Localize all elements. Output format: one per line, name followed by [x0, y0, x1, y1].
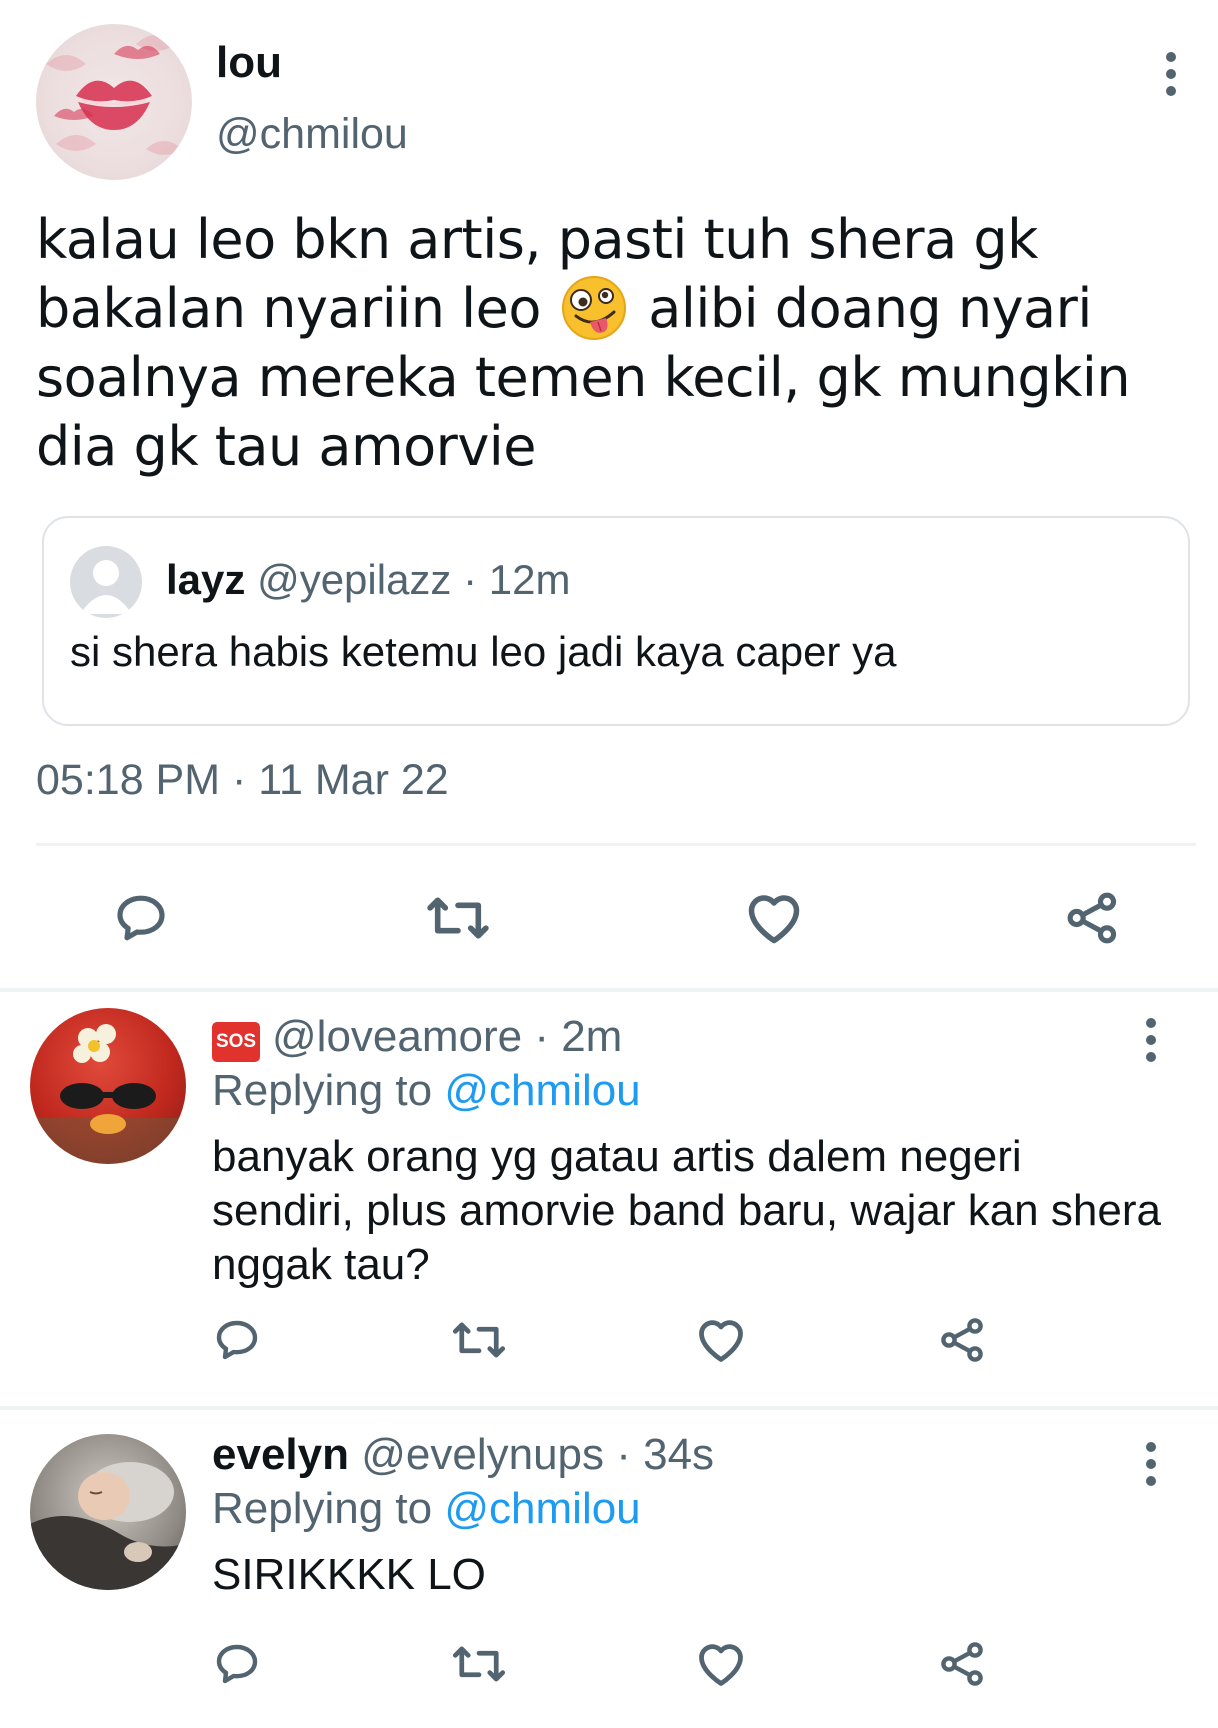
reply-tweet[interactable]: evelyn @evelynups · 34s Replying to @chm… — [0, 1410, 1218, 1728]
lipstick-kiss-image — [46, 35, 182, 155]
replying-to-label: Replying to — [212, 1484, 433, 1533]
replying-to-handle[interactable]: @chmilou — [444, 1484, 640, 1533]
red-toy-figure-image — [30, 1024, 186, 1164]
stats-divider — [36, 843, 1196, 846]
replying-to-label: Replying to — [212, 1066, 433, 1115]
replying-to: Replying to @chmilou — [212, 1066, 641, 1116]
quoted-author-avatar[interactable] — [70, 546, 142, 618]
reply-header: SOS @loveamore · 2m — [212, 1012, 622, 1062]
like-icon[interactable] — [739, 888, 809, 948]
more-options-icon[interactable] — [1165, 52, 1177, 96]
reply-header: evelyn @evelynups · 34s — [212, 1430, 714, 1480]
reply-tweet[interactable]: SOS @loveamore · 2m Replying to @chmilou … — [0, 992, 1218, 1406]
replying-to: Replying to @chmilou — [212, 1484, 641, 1534]
like-icon[interactable] — [692, 1638, 750, 1690]
retweet-icon[interactable] — [423, 888, 493, 948]
retweet-icon[interactable] — [450, 1638, 508, 1690]
reply-author-meta: @evelynups · 34s — [361, 1430, 715, 1479]
share-icon[interactable] — [934, 1314, 992, 1366]
quoted-author-meta: @yepilazz · 12m — [257, 556, 571, 603]
reply-author-name[interactable]: evelyn — [212, 1430, 349, 1479]
reply-text: SIRIKKKK LO — [212, 1550, 486, 1599]
share-icon[interactable] — [1058, 888, 1128, 948]
reply-author-avatar[interactable] — [30, 1434, 186, 1590]
author-name[interactable]: lou — [216, 38, 282, 88]
more-options-icon[interactable] — [1145, 1018, 1157, 1062]
quoted-tweet[interactable]: layz @yepilazz · 12m si shera habis kete… — [42, 516, 1190, 726]
main-tweet: lou @chmilou kalau leo bkn artis, pasti … — [0, 0, 1218, 990]
quoted-tweet-header: layz @yepilazz · 12m — [166, 556, 570, 604]
author-handle[interactable]: @chmilou — [216, 110, 408, 159]
reply-author-avatar[interactable] — [30, 1008, 186, 1164]
sos-badge-icon: SOS — [212, 1022, 260, 1062]
reply-icon[interactable] — [208, 1638, 266, 1690]
tweet-text: kalau leo bkn artis, pasti tuh shera gk … — [36, 205, 1176, 481]
retweet-icon[interactable] — [450, 1314, 508, 1366]
like-icon[interactable] — [692, 1314, 750, 1366]
replying-to-handle[interactable]: @chmilou — [444, 1066, 640, 1115]
quoted-author-name[interactable]: layz — [166, 556, 245, 603]
default-profile-icon — [80, 560, 132, 614]
quoted-tweet-text: si shera habis ketemu leo jadi kaya cape… — [70, 628, 897, 675]
reply-icon[interactable] — [106, 888, 176, 948]
more-options-icon[interactable] — [1145, 1442, 1157, 1486]
reply-icon[interactable] — [208, 1314, 266, 1366]
reply-text: banyak orang yg gatau artis dalem negeri… — [212, 1132, 1161, 1289]
reply-author-meta: @loveamore · 2m — [272, 1012, 623, 1061]
zany-face-emoji-icon — [561, 276, 626, 341]
author-avatar[interactable] — [36, 24, 192, 180]
tweet-timestamp: 05:18 PM · 11 Mar 22 — [36, 756, 449, 804]
share-icon[interactable] — [934, 1638, 992, 1690]
sleeping-girl-image — [30, 1462, 186, 1590]
